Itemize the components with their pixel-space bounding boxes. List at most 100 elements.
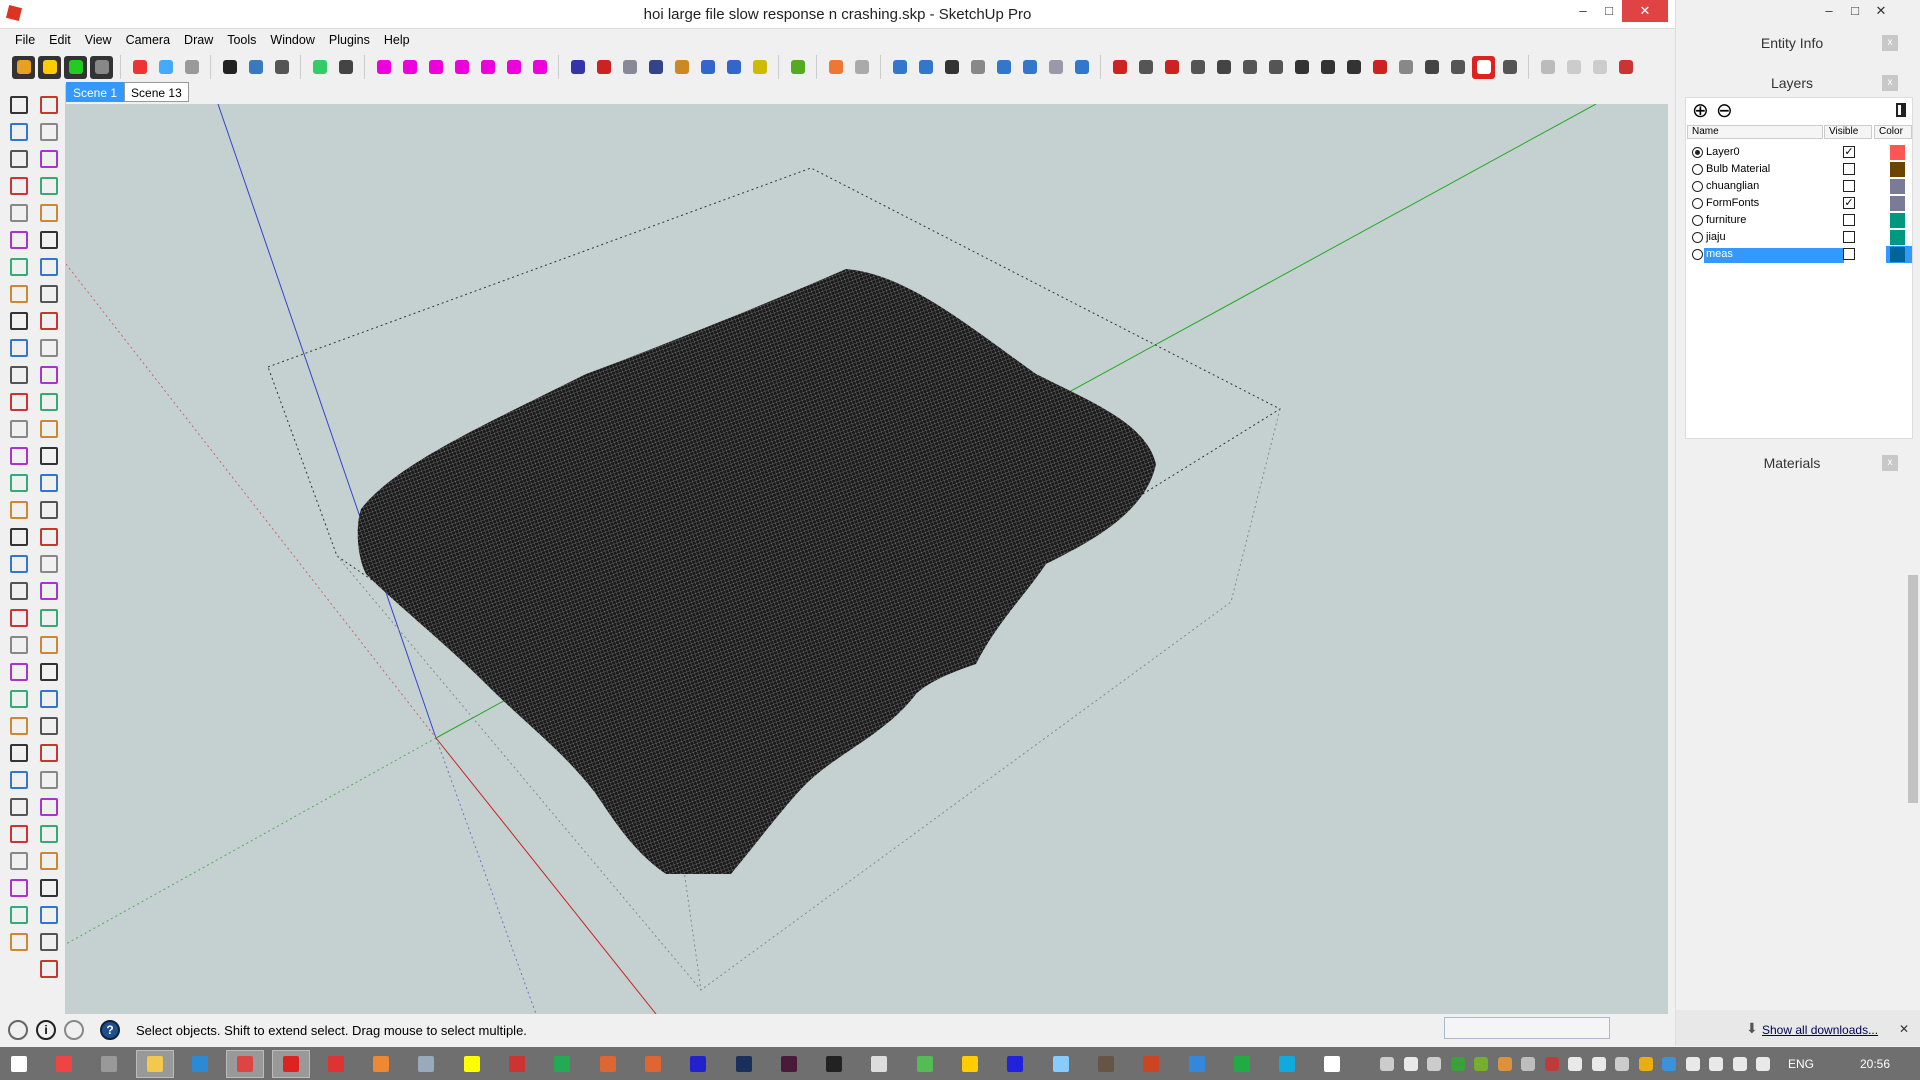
tool-icon[interactable] bbox=[40, 744, 58, 762]
fullscreen-icon[interactable] bbox=[218, 56, 241, 79]
tool-icon[interactable] bbox=[40, 231, 58, 249]
dropbox-icon[interactable] bbox=[1662, 1057, 1676, 1071]
layer-color-swatch[interactable] bbox=[1890, 145, 1905, 160]
tool-icon[interactable] bbox=[40, 285, 58, 303]
app-icon[interactable] bbox=[1042, 1050, 1080, 1078]
tool-icon[interactable] bbox=[10, 474, 28, 492]
maximize-button[interactable]: □ bbox=[1596, 0, 1622, 22]
layer-name[interactable]: furniture bbox=[1704, 214, 1748, 229]
grid-icon[interactable] bbox=[1394, 56, 1417, 79]
layers-header[interactable]: Layers x bbox=[1676, 70, 1908, 96]
tool-icon[interactable] bbox=[40, 609, 58, 627]
visible-checkbox[interactable]: ✓ bbox=[1843, 197, 1855, 209]
pause-icon[interactable] bbox=[914, 56, 937, 79]
user-icon[interactable] bbox=[64, 1020, 84, 1040]
tool-icon[interactable] bbox=[40, 123, 58, 141]
layer-color-swatch[interactable] bbox=[1890, 179, 1905, 194]
tool-icon[interactable] bbox=[40, 582, 58, 600]
language-indicator[interactable]: ENG bbox=[1788, 1057, 1814, 1071]
cube-green-icon[interactable] bbox=[786, 56, 809, 79]
tool-icon[interactable] bbox=[10, 420, 28, 438]
credits-icon[interactable]: i bbox=[36, 1020, 56, 1040]
scene-tab[interactable]: Scene 13 bbox=[124, 82, 189, 102]
layout-icon[interactable] bbox=[317, 1050, 355, 1078]
key-icon[interactable] bbox=[1160, 56, 1183, 79]
tool-icon[interactable] bbox=[40, 339, 58, 357]
tool-icon[interactable] bbox=[40, 879, 58, 897]
gear-icon[interactable] bbox=[12, 55, 35, 79]
app-icon[interactable] bbox=[1087, 1050, 1125, 1078]
window2-icon[interactable] bbox=[1044, 56, 1067, 79]
visible-checkbox[interactable] bbox=[1843, 180, 1855, 192]
red-box-icon[interactable] bbox=[128, 56, 151, 79]
flag-icon[interactable] bbox=[1685, 1057, 1700, 1071]
visible-column-header[interactable]: Visible bbox=[1824, 125, 1872, 139]
downloads-close-button[interactable]: ✕ bbox=[1899, 1022, 1909, 1036]
active-layer-radio[interactable] bbox=[1692, 249, 1703, 260]
tool-icon[interactable] bbox=[40, 636, 58, 654]
layer-name[interactable]: FormFonts bbox=[1704, 197, 1761, 212]
keyboard-icon[interactable] bbox=[1380, 1057, 1394, 1071]
hand-icon[interactable] bbox=[1498, 56, 1521, 79]
fredo-icon[interactable] bbox=[566, 56, 589, 79]
disabled-icon[interactable] bbox=[1536, 56, 1559, 79]
app-icon[interactable] bbox=[1497, 1057, 1512, 1071]
app-icon[interactable] bbox=[860, 1050, 898, 1078]
wand-icon[interactable] bbox=[748, 56, 771, 79]
close-button[interactable]: ✕ bbox=[1622, 0, 1668, 22]
tool-icon[interactable] bbox=[40, 474, 58, 492]
layer-row[interactable]: Bulb Material bbox=[1686, 161, 1912, 178]
tool-icon[interactable] bbox=[40, 258, 58, 276]
layer-color-swatch[interactable] bbox=[1890, 162, 1905, 177]
tool-icon[interactable] bbox=[40, 960, 58, 978]
chrome-icon[interactable] bbox=[951, 1050, 989, 1078]
visible-checkbox[interactable] bbox=[1843, 163, 1855, 175]
chat-icon[interactable] bbox=[1313, 1050, 1351, 1078]
bulb-app-icon[interactable] bbox=[453, 1050, 491, 1078]
layer-name[interactable]: chuanglian bbox=[1704, 180, 1761, 195]
entity-info-close-button[interactable]: x bbox=[1882, 35, 1898, 51]
layer-row[interactable]: Layer0 ✓ bbox=[1686, 144, 1912, 161]
volume-icon[interactable] bbox=[1709, 1057, 1723, 1071]
blender-icon[interactable] bbox=[362, 1050, 400, 1078]
menu-draw[interactable]: Draw bbox=[177, 30, 220, 50]
menu-edit[interactable]: Edit bbox=[42, 30, 78, 50]
record-icon[interactable] bbox=[940, 56, 963, 79]
delete-layer-button[interactable]: ⊖ bbox=[1716, 101, 1733, 121]
materials-header[interactable]: Materials x bbox=[1676, 450, 1908, 476]
tool-icon[interactable] bbox=[40, 555, 58, 573]
tool-icon[interactable] bbox=[10, 717, 28, 735]
app-icon[interactable] bbox=[1132, 1050, 1170, 1078]
layers-gray-icon[interactable] bbox=[850, 56, 873, 79]
tool-icon[interactable] bbox=[10, 555, 28, 573]
active-layer-radio[interactable] bbox=[1692, 215, 1703, 226]
bell-icon[interactable] bbox=[1427, 1057, 1441, 1071]
blue-box-icon[interactable] bbox=[154, 56, 177, 79]
layers-close-button[interactable]: x bbox=[1882, 75, 1898, 91]
nvidia-icon[interactable] bbox=[1474, 1057, 1488, 1071]
tool-icon[interactable] bbox=[40, 825, 58, 843]
tool-icon[interactable] bbox=[10, 663, 28, 681]
indesign-icon[interactable] bbox=[770, 1050, 808, 1078]
gradient-icon[interactable] bbox=[308, 56, 331, 79]
entity-info-header[interactable]: Entity Info x bbox=[1676, 30, 1908, 56]
play-icon[interactable] bbox=[888, 56, 911, 79]
tool-icon[interactable] bbox=[40, 663, 58, 681]
tool-icon[interactable] bbox=[10, 177, 28, 195]
magnify-icon[interactable] bbox=[618, 56, 641, 79]
layer-color-swatch[interactable] bbox=[1890, 230, 1905, 245]
help-icon[interactable] bbox=[1070, 56, 1093, 79]
add-layer-button[interactable]: ⊕ bbox=[1692, 101, 1709, 121]
tool-icon[interactable] bbox=[40, 312, 58, 330]
sketchup-icon[interactable] bbox=[271, 1050, 310, 1078]
line-icon[interactable] bbox=[696, 56, 719, 79]
app-icon[interactable] bbox=[1544, 1057, 1559, 1071]
layer-row[interactable]: meas bbox=[1686, 246, 1912, 263]
bulb-icon[interactable] bbox=[38, 55, 61, 79]
vertex-icon[interactable] bbox=[644, 56, 667, 79]
google-drive-icon[interactable] bbox=[1638, 1057, 1653, 1071]
tool-icon[interactable] bbox=[10, 366, 28, 384]
tray-minimize-button[interactable]: – bbox=[1816, 0, 1842, 22]
geo-location-icon[interactable] bbox=[8, 1020, 28, 1040]
tool-icon[interactable] bbox=[40, 150, 58, 168]
